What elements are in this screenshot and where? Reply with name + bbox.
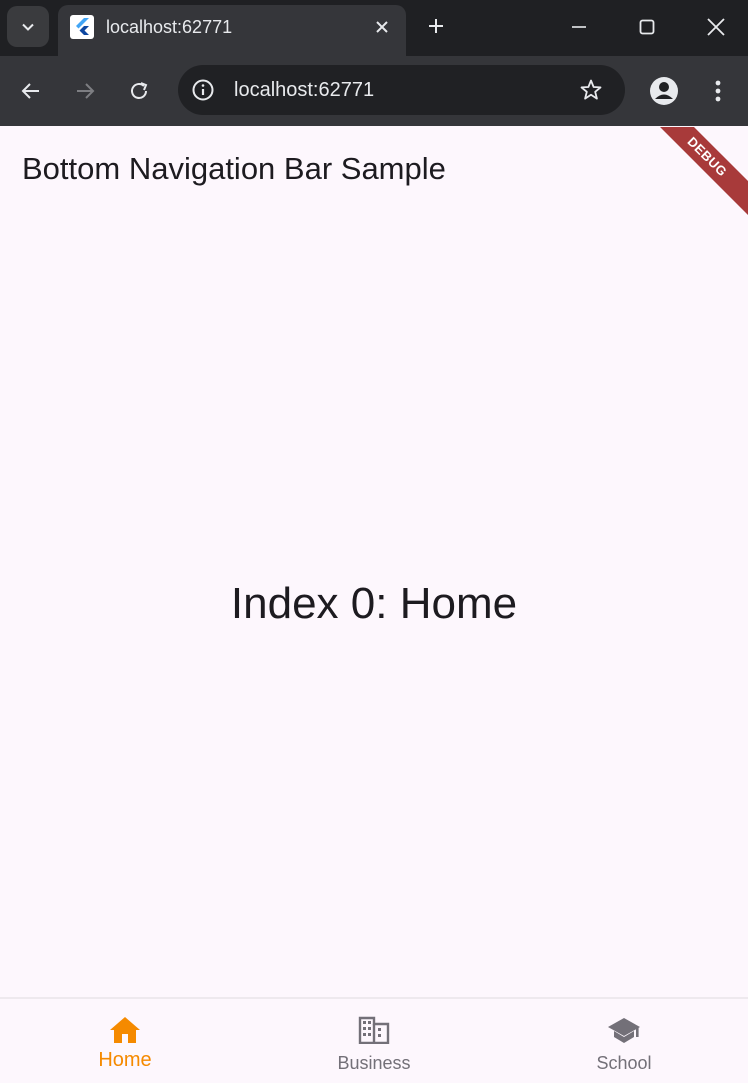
back-icon[interactable] (13, 73, 49, 109)
nav-label-home: Home (98, 1049, 152, 1071)
browser-tab-strip: localhost:62771 (0, 0, 748, 56)
reload-icon[interactable] (121, 73, 157, 109)
debug-banner: DEBUG (645, 127, 748, 219)
maximize-icon[interactable] (630, 10, 664, 44)
flutter-favicon-icon (70, 15, 94, 39)
nav-label-school: School (596, 1053, 652, 1073)
site-info-icon[interactable] (188, 75, 218, 105)
more-menu-icon[interactable] (700, 73, 736, 109)
app-viewport: Bottom Navigation Bar Sample DEBUG Index… (0, 127, 748, 1083)
browser-tab[interactable]: localhost:62771 (58, 5, 406, 56)
nav-item-school[interactable]: School (499, 999, 748, 1083)
close-tab-icon[interactable] (370, 15, 394, 39)
bottom-navigation-bar: Home Business School (0, 997, 748, 1083)
new-tab-icon[interactable] (422, 12, 450, 40)
business-icon (357, 1013, 391, 1047)
nav-label-business: Business (337, 1053, 411, 1073)
bookmark-star-icon[interactable] (577, 76, 605, 104)
profile-avatar-icon[interactable] (646, 73, 682, 109)
tab-search-button[interactable] (7, 6, 49, 47)
selected-page-text: Index 0: Home (230, 579, 518, 628)
app-bar-title: Bottom Navigation Bar Sample (22, 151, 446, 186)
chevron-down-icon (22, 23, 34, 31)
url-text: localhost:62771 (234, 79, 375, 101)
home-icon (108, 1013, 142, 1047)
forward-icon[interactable] (67, 73, 103, 109)
school-icon (607, 1013, 641, 1047)
close-window-icon[interactable] (699, 10, 733, 44)
nav-item-home[interactable]: Home (0, 999, 250, 1083)
nav-item-business[interactable]: Business (249, 999, 499, 1083)
address-bar[interactable]: localhost:62771 (178, 65, 625, 115)
browser-toolbar: localhost:62771 (0, 56, 748, 126)
tab-title: localhost:62771 (106, 17, 233, 37)
minimize-icon[interactable] (562, 10, 596, 44)
